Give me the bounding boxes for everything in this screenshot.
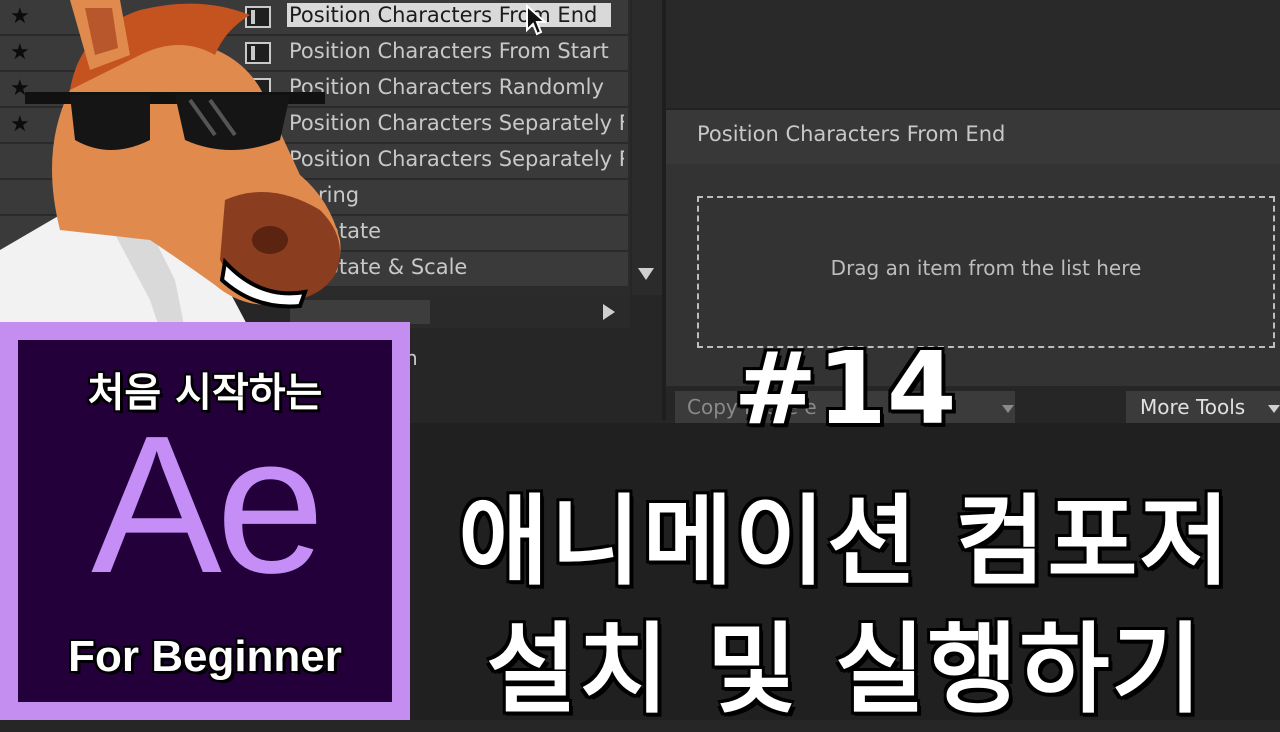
ae-logo: 처음 시작하는 Ae For Beginner (0, 322, 410, 720)
mouse-cursor-icon (526, 4, 547, 36)
preset-header: Position Characters From End (666, 108, 1280, 164)
list-item-label: otate (326, 219, 382, 243)
scroll-down-icon[interactable] (638, 268, 654, 280)
preview-area (666, 0, 1280, 108)
horse-mascot-illustration (0, 0, 341, 330)
drop-hint: Drag an item from the list here (830, 256, 1142, 280)
headline-line-1: 애니메이션 컴포저 (458, 485, 1232, 599)
logo-caption: For Beginner (68, 632, 342, 681)
episode-number: #14 (733, 330, 957, 447)
list-item-label: otate & Scale (326, 255, 468, 279)
vertical-scrollbar[interactable] (632, 0, 662, 295)
drop-zone[interactable]: Drag an item from the list here (697, 196, 1275, 348)
logo-mark: Ae (91, 395, 325, 614)
scroll-right-icon[interactable] (603, 304, 615, 320)
headline-line-2: 설치 및 실행하기 (486, 613, 1204, 727)
ae-logo-inner: 처음 시작하는 Ae For Beginner (18, 340, 392, 702)
preset-title: Position Characters From End (697, 122, 1006, 146)
list-item-label: ring (318, 183, 360, 207)
